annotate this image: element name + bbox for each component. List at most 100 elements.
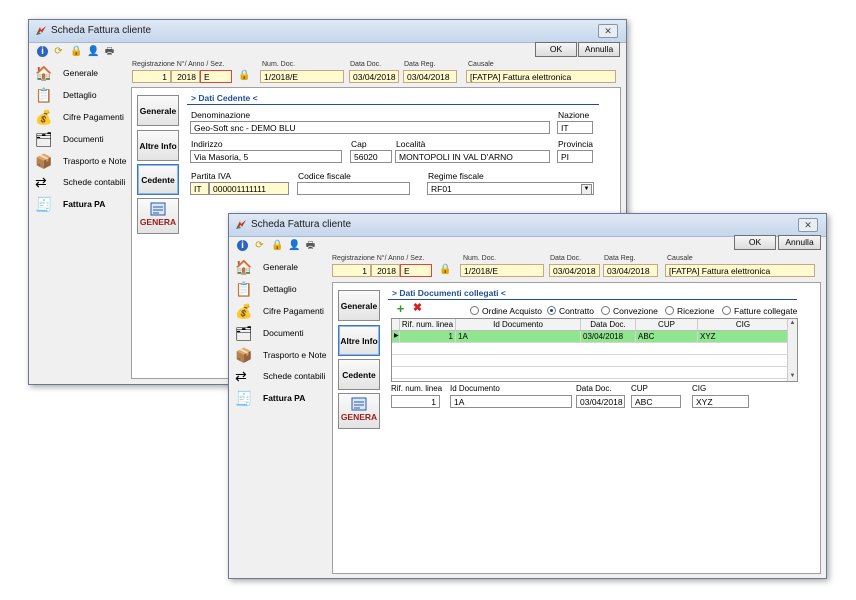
data-reg-label: Data Reg. (604, 255, 636, 262)
back-genera-button[interactable]: GENERA (137, 198, 179, 234)
data-reg-field[interactable]: 03/04/2018 (403, 70, 457, 83)
back-nav-documenti[interactable]: 🗂 Documenti (35, 130, 127, 150)
front-cedente-button[interactable]: Cedente (338, 359, 380, 390)
radio-fatture-collegate[interactable]: Fatture collegate (722, 306, 797, 316)
table-row[interactable] (392, 367, 788, 379)
radio-ricezione[interactable]: Ricezione (665, 306, 714, 316)
front-generale-button[interactable]: Generale (338, 290, 380, 321)
data-doc-field[interactable]: 03/04/2018 (549, 264, 600, 277)
front-nav-documenti[interactable]: 🗂 Documenti (235, 324, 327, 344)
radio-convezione[interactable]: Convezione (601, 306, 658, 316)
front-nav-trasporto-note[interactable]: 📦 Trasporto e Note (235, 346, 327, 366)
user-icon[interactable]: 👤 (288, 240, 300, 251)
add-icon[interactable]: + (395, 302, 406, 315)
back-nav-generale[interactable]: 🏠 Generale (35, 64, 127, 84)
detail-id-field[interactable]: 1A (450, 395, 572, 408)
refresh-icon[interactable]: ⟳ (53, 46, 64, 57)
info-icon[interactable]: i (37, 46, 48, 57)
grid-scrollbar[interactable]: ▲ ▼ (787, 319, 797, 381)
chevron-up-icon[interactable]: ▲ (789, 320, 796, 327)
back-ok-button[interactable]: OK (535, 42, 577, 57)
provincia-field[interactable]: PI (557, 150, 593, 163)
registration-number[interactable]: 1 (132, 70, 171, 83)
front-nav-schede-contabili[interactable]: ⇄ Schede contabili (235, 367, 327, 387)
cell-cig[interactable]: XYZ (698, 331, 788, 342)
cell-data[interactable]: 03/04/2018 (581, 331, 636, 342)
table-row[interactable]: ▶ 1 1A 03/04/2018 ABC XYZ (392, 331, 788, 343)
lock-icon[interactable]: 🔒 (271, 240, 283, 251)
detail-rif-field[interactable]: 1 (391, 395, 440, 408)
back-nav-fattura-pa[interactable]: 🧾 Fattura PA (35, 195, 127, 215)
info-icon[interactable]: i (237, 240, 248, 251)
registration-year[interactable]: 2018 (171, 70, 200, 83)
nazione-field[interactable]: IT (557, 121, 593, 134)
back-titlebar[interactable]: Scheda Fattura cliente ✕ (29, 20, 626, 43)
front-titlebar[interactable]: Scheda Fattura cliente ✕ (229, 214, 826, 237)
codice-fiscale-field[interactable] (297, 182, 410, 195)
cell-cup[interactable]: ABC (636, 331, 698, 342)
front-genera-button[interactable]: GENERA (338, 393, 380, 429)
regime-fiscale-select[interactable]: RF01 ▼ (427, 182, 594, 195)
detail-cup-field[interactable]: ABC (631, 395, 681, 408)
radio-button-icon (722, 306, 731, 315)
num-doc-label: Num. Doc. (262, 61, 296, 68)
causale-field[interactable]: [FATPA] Fattura elettronica (466, 70, 616, 83)
partita-iva-country-field[interactable]: IT (190, 182, 209, 195)
back-generale-button[interactable]: Generale (137, 95, 179, 126)
front-cancel-button[interactable]: Annulla (778, 235, 821, 250)
localita-field[interactable]: MONTOPOLI IN VAL D'ARNO (395, 150, 550, 163)
registration-year[interactable]: 2018 (371, 264, 400, 277)
grid-column-cup[interactable]: CUP (636, 319, 698, 330)
back-nav-cifre-pagamenti[interactable]: 💰 Cifre Pagamenti (35, 108, 127, 128)
user-icon[interactable]: 👤 (87, 46, 99, 57)
radio-contratto[interactable]: Contratto (547, 306, 594, 316)
grid-column-id[interactable]: Id Documento (456, 319, 581, 330)
detail-cig-field[interactable]: XYZ (692, 395, 749, 408)
table-row[interactable] (392, 355, 788, 367)
radio-ordine-acquisto[interactable]: Ordine Acquisto (470, 306, 542, 316)
refresh-icon[interactable]: ⟳ (254, 240, 265, 251)
detail-data-field[interactable]: 03/04/2018 (576, 395, 625, 408)
genera-label: GENERA (340, 412, 378, 422)
cell-rif[interactable]: 1 (400, 331, 456, 342)
table-row[interactable] (392, 343, 788, 355)
causale-field[interactable]: [FATPA] Fattura elettronica (665, 264, 815, 277)
lock-icon[interactable]: 🔒 (70, 46, 82, 57)
grid-column-cig[interactable]: CIG (698, 319, 789, 330)
delete-icon[interactable]: ✖ (412, 303, 423, 314)
front-nav-fattura-pa[interactable]: 🧾 Fattura PA (235, 389, 327, 409)
denominazione-field[interactable]: Geo-Soft snc - DEMO BLU (190, 121, 550, 134)
printer-icon[interactable]: 🖶 (305, 240, 316, 251)
front-nav-dettaglio[interactable]: 📋 Dettaglio (235, 280, 327, 300)
chevron-down-icon[interactable]: ▼ (581, 184, 592, 194)
num-doc-field[interactable]: 1/2018/E (260, 70, 344, 83)
front-close-button[interactable]: ✕ (798, 218, 818, 232)
nav-label: Schede contabili (263, 371, 326, 381)
front-nav-generale[interactable]: 🏠 Generale (235, 258, 327, 278)
printer-icon[interactable]: 🖶 (104, 46, 115, 57)
data-reg-field[interactable]: 03/04/2018 (603, 264, 658, 277)
cap-field[interactable]: 56020 (350, 150, 392, 163)
back-nav-trasporto-note[interactable]: 📦 Trasporto e Note (35, 152, 127, 172)
partita-iva-field[interactable]: 000001111111 (209, 182, 289, 195)
back-cancel-button[interactable]: Annulla (578, 42, 620, 57)
data-doc-field[interactable]: 03/04/2018 (349, 70, 399, 83)
back-nav-schede-contabili[interactable]: ⇄ Schede contabili (35, 173, 127, 193)
back-close-button[interactable]: ✕ (598, 24, 618, 38)
cell-id[interactable]: 1A (456, 331, 581, 342)
grid-column-data[interactable]: Data Doc. (581, 319, 636, 330)
back-nav-dettaglio[interactable]: 📋 Dettaglio (35, 86, 127, 106)
grid-column-rif[interactable]: Rif. num. linea (400, 319, 456, 330)
num-doc-field[interactable]: 1/2018/E (460, 264, 544, 277)
registration-section[interactable]: E (400, 264, 432, 277)
front-nav-cifre-pagamenti[interactable]: 💰 Cifre Pagamenti (235, 302, 327, 322)
documents-grid[interactable]: Rif. num. linea Id Documento Data Doc. C… (391, 318, 798, 382)
back-altre-info-button[interactable]: Altre Info (137, 130, 179, 161)
front-altre-info-button[interactable]: Altre Info (338, 325, 380, 356)
registration-section[interactable]: E (200, 70, 232, 83)
back-cedente-button[interactable]: Cedente (137, 164, 179, 195)
chevron-down-icon[interactable]: ▼ (789, 373, 796, 380)
registration-number[interactable]: 1 (332, 264, 371, 277)
front-ok-button[interactable]: OK (734, 235, 776, 250)
indirizzo-field[interactable]: Via Masoria, 5 (190, 150, 342, 163)
